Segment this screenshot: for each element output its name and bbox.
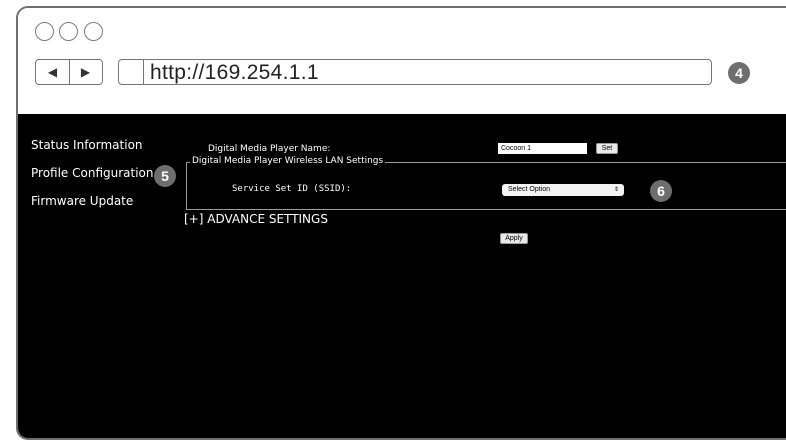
address-url: http://169.254.1.1 bbox=[150, 61, 319, 84]
nav-buttons: ◀ ▶ bbox=[35, 59, 103, 85]
select-arrows-icon: ⇕ bbox=[613, 187, 619, 193]
wlan-settings-legend: Digital Media Player Wireless LAN Settin… bbox=[190, 156, 386, 166]
router-config-page: Status Information Profile Configuration… bbox=[18, 114, 786, 438]
browser-chrome: ◀ ▶ http://169.254.1.1 4 bbox=[18, 8, 786, 114]
address-bar[interactable]: http://169.254.1.1 bbox=[118, 59, 712, 85]
forward-button[interactable]: ▶ bbox=[69, 60, 102, 84]
zoom-window-button[interactable] bbox=[84, 22, 103, 41]
callout-badge-4: 4 bbox=[728, 62, 750, 84]
set-button[interactable]: Set bbox=[596, 143, 618, 154]
advanced-settings-toggle[interactable]: [+] ADVANCE SETTINGS bbox=[184, 212, 328, 226]
ssid-selected-value: Select Option bbox=[508, 186, 551, 193]
player-name-label: Digital Media Player Name: bbox=[208, 144, 331, 154]
close-window-button[interactable] bbox=[35, 22, 54, 41]
callout-badge-6: 6 bbox=[650, 180, 672, 202]
sidebar-item-status-information[interactable]: Status Information bbox=[31, 138, 143, 152]
back-arrow-icon: ◀ bbox=[47, 65, 58, 79]
forward-arrow-icon: ▶ bbox=[80, 65, 91, 79]
player-name-input[interactable]: Cocoon 1 bbox=[498, 143, 587, 154]
browser-window: ◀ ▶ http://169.254.1.1 4 Status Informat… bbox=[16, 6, 786, 440]
back-button[interactable]: ◀ bbox=[36, 60, 70, 84]
sidebar-item-profile-configuration[interactable]: Profile Configuration bbox=[31, 166, 154, 180]
callout-badge-5: 5 bbox=[154, 165, 176, 187]
ssid-select[interactable]: Select Option ⇕ bbox=[502, 184, 624, 196]
ssid-label: Service Set ID (SSID): bbox=[232, 184, 352, 194]
apply-button[interactable]: Apply bbox=[500, 233, 528, 244]
site-info-icon[interactable] bbox=[119, 60, 144, 84]
sidebar-item-firmware-update[interactable]: Firmware Update bbox=[31, 194, 133, 208]
minimize-window-button[interactable] bbox=[59, 22, 78, 41]
